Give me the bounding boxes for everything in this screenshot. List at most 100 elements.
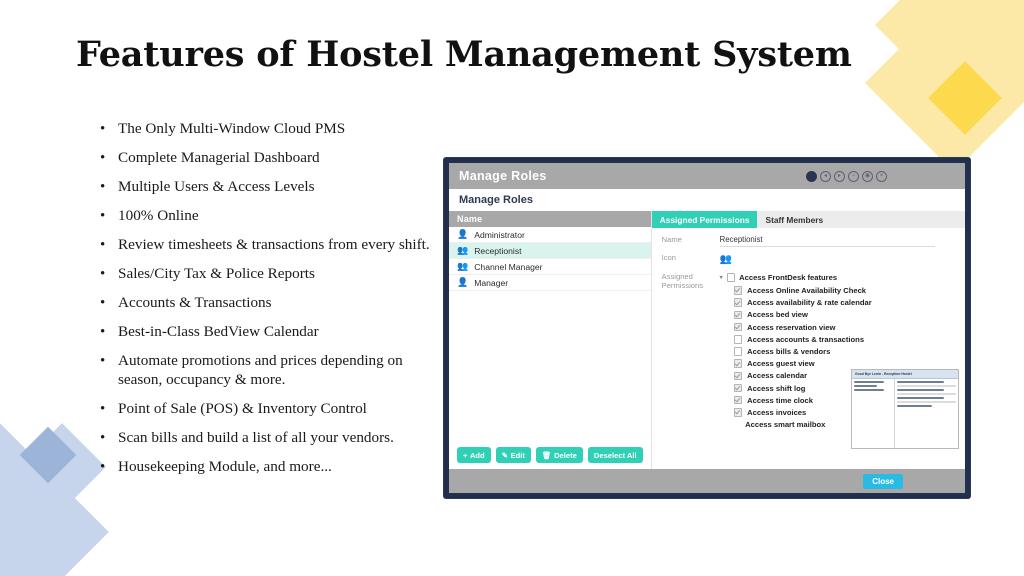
feature-bullet: • Best-in-Class BedView Calendar xyxy=(100,323,430,342)
feature-bullet-list: • The Only Multi-Window Cloud PMS • Complet… xyxy=(100,120,430,487)
close-icon[interactable]: × xyxy=(876,170,887,182)
feature-bullet-label: Point of Sale (POS) & Inventory Control xyxy=(118,399,367,417)
permission-item[interactable]: Access bed view xyxy=(733,310,957,320)
permission-item-label: Access invoices xyxy=(747,407,807,417)
permission-item[interactable]: Access accounts & transactions xyxy=(733,335,957,344)
feature-bullet: • Sales/City Tax & Police Reports xyxy=(100,265,430,284)
mini-text-line xyxy=(854,385,877,387)
user-icon: 👤 xyxy=(457,229,469,239)
mini-text-line xyxy=(897,397,945,399)
icon-label: Icon xyxy=(661,253,676,263)
add-button[interactable]: + Add xyxy=(457,447,491,463)
feature-bullet-label: Complete Managerial Dashboard xyxy=(118,149,320,167)
permission-root-row[interactable]: ▾ Access FrontDesk features xyxy=(720,273,957,282)
permission-item[interactable]: Access guest view xyxy=(733,359,957,368)
mini-text-line xyxy=(897,401,956,403)
mini-text-line xyxy=(854,381,885,383)
roles-action-buttons: + Add ✎ Edit 🗑 Delete Deselect All xyxy=(449,441,651,469)
permission-root-checkbox[interactable] xyxy=(726,273,736,282)
tab-assigned-permissions[interactable]: Assigned Permissions xyxy=(651,211,758,228)
permission-checkbox[interactable] xyxy=(733,408,743,417)
user-icon: 👥 xyxy=(457,245,469,255)
edit-button[interactable]: ✎ Edit xyxy=(495,447,531,463)
user-icon: 👥 xyxy=(457,261,469,271)
permission-item[interactable]: Access bills & vendors xyxy=(733,346,957,356)
feature-bullet: • Automate promotions and prices dependin… xyxy=(100,352,430,389)
bullet-marker: • xyxy=(100,208,106,225)
permission-item[interactable]: Access availability & rate calendar xyxy=(733,298,957,307)
window-body: Name 👤 Administrator 👥 Receptionist 👥 Channel… xyxy=(449,211,965,469)
bullet-marker: • xyxy=(100,459,106,476)
feature-bullet: • Multiple Users & Access Levels xyxy=(100,178,430,197)
button-label: Add xyxy=(469,450,485,460)
permission-item-label: Access bills & vendors xyxy=(747,346,831,356)
role-list-item[interactable]: 👤 Administrator xyxy=(449,227,651,243)
permission-checkbox[interactable] xyxy=(733,383,743,393)
forward-arrow-icon[interactable]: ▸ xyxy=(834,170,845,182)
permission-checkbox[interactable] xyxy=(733,335,743,344)
mini-text-line xyxy=(897,385,956,387)
feature-bullet-label: Housekeeping Module, and more... xyxy=(118,458,332,476)
mini-window-title: Good Bye Lenin - Reception Hostel xyxy=(852,370,958,379)
feature-bullet: • Complete Managerial Dashboard xyxy=(100,149,430,168)
feature-bullet: • Housekeeping Module, and more... xyxy=(100,458,430,477)
feature-bullet-label: Review timesheets & transactions from ev… xyxy=(118,236,430,254)
back-arrow-icon[interactable]: ◂ xyxy=(820,170,831,182)
minimize-icon[interactable]: − xyxy=(848,170,859,182)
mini-text-line xyxy=(897,389,945,391)
bullet-marker: • xyxy=(100,266,106,283)
mini-text-line xyxy=(854,389,885,391)
permission-checkbox[interactable] xyxy=(733,286,743,295)
role-list-item[interactable]: 👥 Receptionist xyxy=(449,243,651,259)
permission-item-label: Access bed view xyxy=(747,310,808,320)
role-detail-panel: Assigned Permissions Staff Members Name I… xyxy=(651,211,965,469)
role-icon-preview[interactable]: 👥 xyxy=(720,254,957,265)
permission-checkbox[interactable] xyxy=(733,395,743,405)
button-label: Deselect All xyxy=(593,450,637,460)
window-title: Manage Roles xyxy=(459,169,547,183)
permissions-label: Assigned Permissions xyxy=(661,271,703,291)
mini-reservation-window[interactable]: Good Bye Lenin - Reception Hostel xyxy=(851,369,959,449)
role-list-item[interactable]: 👤 Manager xyxy=(449,275,651,291)
permission-checkbox[interactable] xyxy=(733,298,743,307)
permission-checkbox[interactable] xyxy=(733,347,743,356)
feature-bullet-label: Accounts & Transactions xyxy=(118,294,272,312)
window-footer: Close xyxy=(449,469,965,493)
product-screenshot: Manage Roles ◂ ▸ − ◉ × Manage Roles Name… xyxy=(444,158,970,498)
permission-item[interactable]: Access Online Availability Check xyxy=(733,286,957,295)
name-field[interactable]: Receptionist xyxy=(719,235,935,247)
feature-bullet: • Review timesheets & transactions from e… xyxy=(100,236,430,255)
close-button[interactable]: Close xyxy=(863,473,903,489)
deselect-all-button[interactable]: Deselect All xyxy=(587,447,643,463)
permission-item-label: Access time clock xyxy=(747,395,813,405)
permission-checkbox[interactable] xyxy=(733,359,743,368)
mini-window-left-column xyxy=(852,379,895,448)
permission-item[interactable]: Access reservation view xyxy=(733,322,957,332)
tab-staff-members[interactable]: Staff Members xyxy=(757,211,831,228)
permission-checkbox[interactable] xyxy=(733,310,743,320)
slide-canvas: Features of Hostel Management System • Th… xyxy=(0,0,1024,576)
window-title-bar: Manage Roles ◂ ▸ − ◉ × xyxy=(449,163,965,189)
decor-diamond-bottom-left-medium xyxy=(18,423,106,511)
button-label: Delete xyxy=(554,450,577,460)
bullet-marker: • xyxy=(100,324,106,341)
status-dot-icon[interactable] xyxy=(806,170,817,182)
maximize-icon[interactable]: ◉ xyxy=(862,170,873,182)
feature-bullet: • Point of Sale (POS) & Inventory Control xyxy=(100,400,430,419)
form-label-column: Name Icon Assigned Permissions xyxy=(652,235,720,469)
chevron-down-icon[interactable]: ▾ xyxy=(720,274,723,281)
mini-text-line xyxy=(897,393,956,395)
role-list-item-label: Administrator xyxy=(474,229,525,240)
feature-bullet: • Scan bills and build a list of all your… xyxy=(100,429,430,448)
permission-item-label: Access reservation view xyxy=(747,322,836,332)
role-list-item[interactable]: 👥 Channel Manager xyxy=(449,259,651,275)
bullet-marker: • xyxy=(100,353,106,370)
name-label: Name xyxy=(661,235,682,244)
detail-tab-bar: Assigned Permissions Staff Members xyxy=(651,211,965,228)
mini-text-line xyxy=(897,381,945,383)
bullet-marker: • xyxy=(100,179,106,196)
feature-bullet-label: Automate promotions and prices depending… xyxy=(118,352,403,388)
delete-button[interactable]: 🗑 Delete xyxy=(535,447,583,463)
permission-checkbox[interactable] xyxy=(733,371,743,381)
permission-checkbox[interactable] xyxy=(733,322,743,332)
